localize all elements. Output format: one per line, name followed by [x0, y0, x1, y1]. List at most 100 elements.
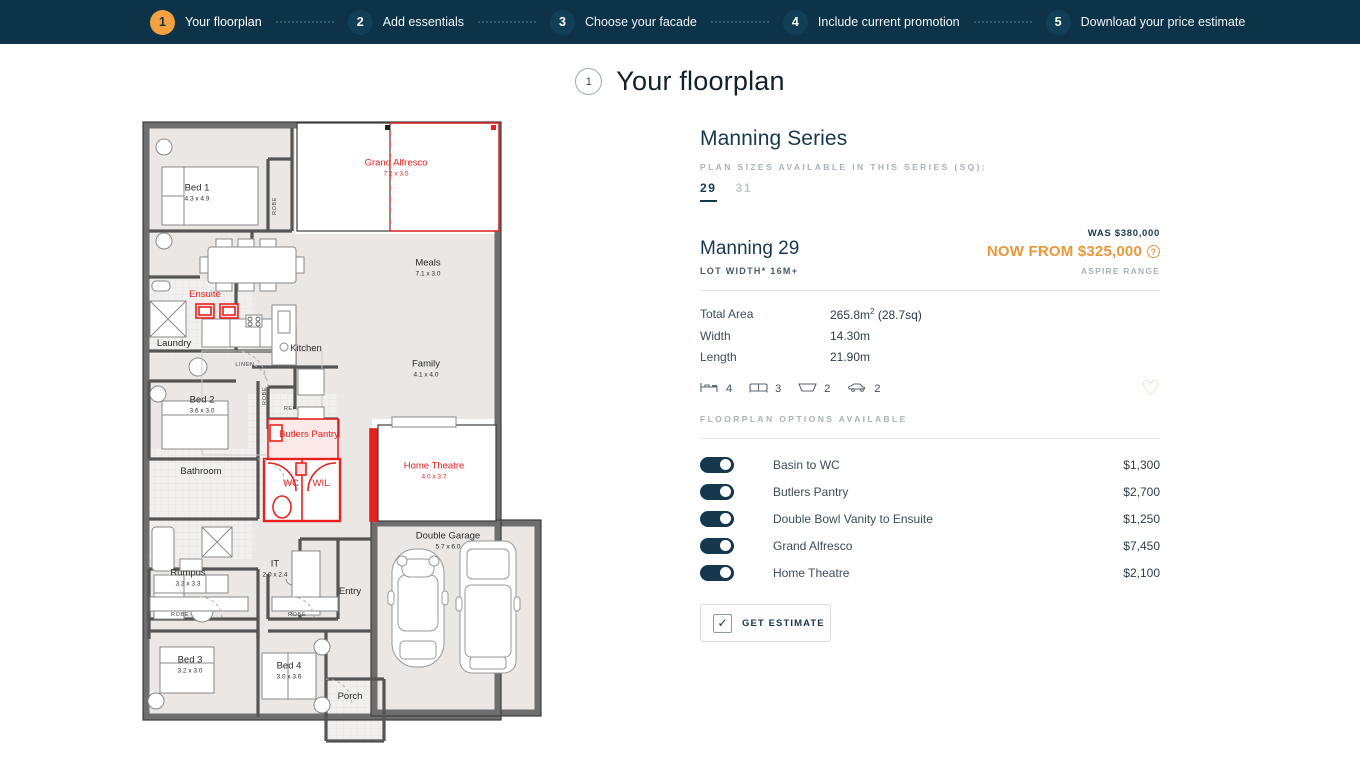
bedroom-count-value: 4	[726, 382, 733, 395]
toggle-double-bowl-vanity[interactable]	[700, 510, 734, 527]
room-name: Rumpus	[170, 567, 206, 579]
floorplan-fixture-label: ROBE	[288, 612, 306, 618]
room-dimensions: 3.2 x 3.3	[175, 580, 201, 588]
step-item-2[interactable]: 2 Add essentials	[347, 9, 464, 35]
floorplan-room-label: Bathroom	[180, 466, 221, 478]
list-item: Double Bowl Vanity to Ensuite $1,250	[700, 505, 1160, 532]
toggle-butlers-pantry[interactable]	[700, 483, 734, 500]
lot-width: LOT WIDTH* 16M+	[700, 266, 799, 276]
room-dimensions: 3.6 x 3.0	[189, 407, 215, 415]
help-icon[interactable]: ?	[1147, 245, 1160, 258]
specifications-table: Total Area 265.8m2 (28.7sq) Width 14.30m…	[700, 303, 1160, 367]
step-item-1[interactable]: 1 Your floorplan	[150, 9, 262, 35]
sofa-icon	[749, 381, 768, 396]
option-price: $1,300	[1123, 457, 1160, 472]
option-label: Butlers Pantry	[773, 484, 849, 499]
step-item-3[interactable]: 3 Choose your facade	[550, 9, 697, 35]
toggle-grand-alfresco[interactable]	[700, 537, 734, 554]
room-name: Laundry	[156, 338, 192, 350]
garage-count: 2	[847, 381, 881, 396]
room-dimensions: 7.2 x 3.5	[383, 170, 409, 178]
living-count: 3	[749, 381, 781, 396]
total-area-suffix: (28.7sq)	[874, 307, 922, 322]
floorplan-fixture-label: ROBE	[171, 612, 189, 618]
bathroom-count-value: 2	[824, 382, 831, 395]
living-count-value: 3	[775, 382, 782, 395]
room-dimensions: 7.1 x 3.0	[415, 270, 441, 278]
step-item-5[interactable]: 5 Download your price estimate	[1045, 9, 1246, 35]
bathroom-count: 2	[798, 381, 830, 396]
step-item-4[interactable]: 4 Include current promotion	[782, 9, 960, 35]
garage-count-value: 2	[874, 382, 881, 395]
room-name: Grand Alfresco	[364, 157, 428, 169]
floorplan-room-label: Butlers Pantry	[279, 429, 339, 441]
toggle-basin-to-wc[interactable]	[700, 456, 734, 473]
plan-details-panel: Manning Series PLAN SIZES AVAILABLE IN T…	[700, 119, 1160, 744]
room-counts-row: 4 3 2 2 ♡	[700, 378, 1160, 399]
toggle-knob	[720, 540, 731, 551]
now-price: NOW FROM $325,000	[986, 243, 1142, 260]
room-name: Kitchen	[290, 343, 322, 355]
option-price: $7,450	[1123, 538, 1160, 553]
step-label-5: Download your price estimate	[1080, 15, 1246, 29]
floorplan-room-labels: Bed 1 4.3 x 4.9 Grand Alfresco 7.2 x 3.5 Ens…	[140, 119, 560, 744]
get-estimate-button[interactable]: ✓ GET ESTIMATE	[700, 604, 831, 642]
plan-name: Manning 29	[700, 238, 800, 259]
heart-icon[interactable]: ♡	[1141, 378, 1160, 399]
plan-price-row: Manning 29 LOT WIDTH* 16M+ WAS $380,000 …	[700, 228, 1160, 276]
step-number-1: 1	[150, 9, 175, 35]
step-label-3: Choose your facade	[585, 15, 697, 29]
room-name: Home Theatre	[403, 460, 465, 472]
floorplan-room-label: Bed 2 3.6 x 3.0	[190, 395, 215, 416]
list-item: Grand Alfresco $7,450	[700, 532, 1160, 559]
spec-key-total-area: Total Area	[700, 306, 754, 321]
room-dimensions: 4.1 x 4.0	[413, 371, 439, 379]
option-label: Double Bowl Vanity to Ensuite	[773, 511, 933, 526]
bedroom-count: 4	[700, 381, 732, 396]
floorplan-room-label: Entry	[339, 586, 361, 598]
list-item: Home Theatre $2,100	[700, 559, 1160, 586]
series-title: Manning Series	[700, 127, 848, 150]
floorplan-room-label: WIL	[313, 478, 330, 490]
room-name: Ensuite	[189, 289, 221, 301]
spec-value-total-area: 265.8m2 (28.7sq)	[830, 307, 922, 322]
price-group: WAS $380,000 NOW FROM $325,000 ? ASPIRE …	[987, 228, 1160, 276]
floorplan-column: Bed 1 4.3 x 4.9 Grand Alfresco 7.2 x 3.5 Ens…	[0, 119, 700, 744]
step-navigation-bar: 1 Your floorplan 2 Add essentials 3 Choo…	[0, 0, 1360, 44]
step-label-4: Include current promotion	[817, 15, 960, 29]
table-row: Width 14.30m	[700, 325, 1160, 346]
room-dimensions: 2.0 x 2.4	[262, 571, 288, 579]
room-name: Double Garage	[415, 530, 481, 542]
floorplan-options-list: Basin to WC $1,300 Butlers Pantry $2,700…	[700, 451, 1160, 586]
step-connector-1	[275, 21, 334, 23]
floorplan-room-label: IT 2.0 x 2.4	[263, 559, 288, 580]
page-title: Your floorplan	[616, 66, 785, 96]
room-counts: 4 3 2 2	[700, 381, 881, 396]
floorplan-image[interactable]: Bed 1 4.3 x 4.9 Grand Alfresco 7.2 x 3.5 Ens…	[140, 119, 560, 744]
room-dimensions: 5.7 x 6.0	[435, 543, 461, 551]
plan-size-option-31[interactable]: 31	[736, 181, 753, 202]
divider-top	[700, 290, 1160, 291]
room-dimensions: 3.0 x 3.6	[276, 673, 302, 681]
room-name: Entry	[338, 586, 362, 598]
floorplan-room-label: Ensuite	[189, 289, 221, 301]
floorplan-room-label: Bed 1 4.3 x 4.9	[185, 183, 210, 204]
toggle-home-theatre[interactable]	[700, 564, 734, 581]
options-caption: FLOORPLAN OPTIONS AVAILABLE	[700, 414, 908, 424]
option-label: Home Theatre	[773, 565, 850, 580]
room-name: WIL	[312, 478, 330, 490]
plan-size-selector: 29 31	[700, 181, 1160, 202]
total-area-value: 265.8m	[830, 307, 871, 322]
option-price: $2,700	[1123, 484, 1160, 499]
step-number-3: 3	[550, 9, 575, 35]
step-label-1: Your floorplan	[185, 15, 262, 29]
floorplan-fixture-label: LINEN	[235, 362, 255, 368]
plan-size-option-29[interactable]: 29	[700, 181, 717, 202]
floorplan-room-label: Kitchen	[290, 343, 322, 355]
step-connector-2	[478, 21, 536, 23]
get-estimate-label: GET ESTIMATE	[742, 617, 825, 629]
step-connector-4	[973, 21, 1032, 23]
floorplan-fixture-label: REF.	[283, 406, 299, 412]
step-number-5: 5	[1045, 9, 1071, 35]
floorplan-room-label: Bed 4 3.0 x 3.6	[277, 661, 302, 682]
